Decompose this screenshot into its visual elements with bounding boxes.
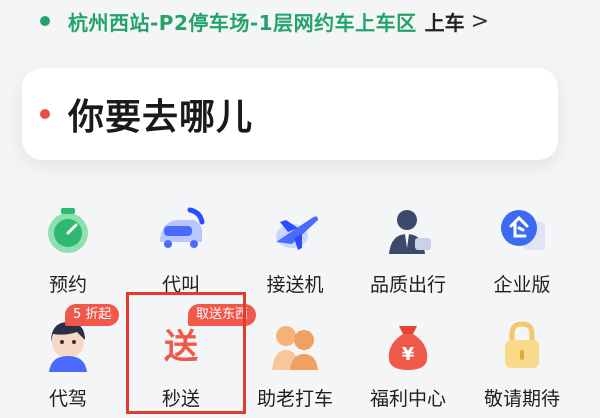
pickup-bar[interactable]: 杭州西站-P2停车场-1层网约车上车区 上车 > [40,4,489,38]
service-label: 品质出行 [369,274,446,296]
pickup-action[interactable]: 上车 [425,7,465,36]
chauffeur-icon [381,204,435,258]
service-label: 代驾 [48,388,87,410]
destination-placeholder[interactable]: 你要去哪儿 [68,88,253,140]
service-label: 接送机 [266,274,324,296]
service-designated-driver[interactable]: 5 折起 代驾 [12,304,124,411]
car-phone-icon [154,204,208,258]
service-label: 福利中心 [369,388,446,410]
destination-search[interactable]: 你要去哪儿 [22,68,558,160]
service-label: 企业版 [493,274,551,296]
svg-text:¥: ¥ [402,344,415,365]
pickup-location[interactable]: 杭州西站-P2停车场-1层网约车上车区 [68,7,417,36]
service-elderly-taxi[interactable]: 助老打车 [239,318,351,411]
service-reserve[interactable]: 预约 [12,204,124,297]
enterprise-icon [495,204,549,258]
clock-icon [41,204,95,258]
driver-avatar-icon: 5 折起 [41,304,120,372]
lock-icon [495,318,549,372]
service-label: 预约 [48,274,87,296]
airplane-icon [268,204,322,258]
service-coming-soon[interactable]: 敬请期待 [466,318,578,411]
service-enterprise[interactable]: 企业版 [466,204,578,297]
service-label: 助老打车 [256,388,333,410]
service-premium[interactable]: 品质出行 [352,204,464,297]
chevron-right-icon[interactable]: > [471,9,489,34]
service-airport[interactable]: 接送机 [239,204,351,297]
money-bag-icon: ¥ [381,318,435,372]
service-label: 敬请期待 [483,388,560,410]
discount-badge: 5 折起 [65,304,120,326]
destination-dot-icon [40,109,50,119]
elderly-icon [268,318,322,372]
service-call-for-others[interactable]: 代叫 [125,204,237,297]
highlight-box [126,292,246,414]
pickup-dot-icon [40,16,50,26]
service-welfare-center[interactable]: ¥ 福利中心 [352,318,464,411]
